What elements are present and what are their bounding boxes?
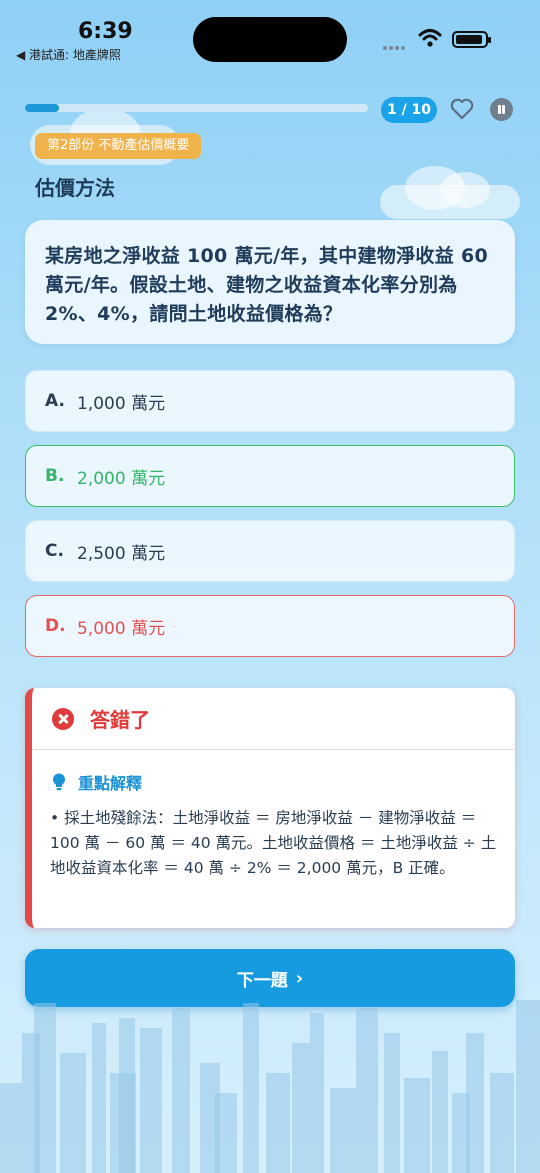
question-text: 某房地之淨收益 100 萬元/年，其中建物淨收益 60 萬元/年。假設土地、建物… [45,245,488,325]
answer-option-a[interactable]: A. 1,000 萬元 [25,370,515,432]
feedback-title: 答錯了 [90,708,150,732]
question-counter: 1 / 10 [381,97,437,123]
answer-option-b[interactable]: B. 2,000 萬元 [25,445,515,507]
clock: 6:39 [78,19,133,44]
favorite-heart-icon[interactable] [449,96,475,122]
option-text: 2,000 萬元 [77,468,166,489]
option-letter: A. [45,391,65,411]
next-question-button[interactable]: 下一題 › [25,949,515,1007]
answer-feedback-panel: 答錯了 重點解釋 • 採土地殘餘法：土地淨收益 ＝ 房地淨收益 － 建物淨收益 … [25,688,515,928]
wifi-icon [418,29,442,47]
quiz-progress-bar [25,104,368,112]
pause-button[interactable] [490,98,513,121]
option-text: 2,500 萬元 [77,543,166,564]
next-button-label: 下一題 [236,970,288,991]
chevron-right-icon: › [295,967,304,989]
explanation-header: 重點解釋 [32,750,515,794]
option-letter: C. [45,541,64,561]
option-letter: D. [45,616,66,636]
question-card: 某房地之淨收益 100 萬元/年，其中建物淨收益 60 萬元/年。假設土地、建物… [25,220,515,344]
option-letter: B. [45,466,65,486]
city-skyline-decoration [0,1000,540,1173]
option-text: 5,000 萬元 [77,618,166,639]
topic-title: 估價方法 [35,176,115,200]
section-badge: 第2部份 不動產估價概要 [35,133,202,159]
battery-icon [452,31,491,48]
feedback-header: 答錯了 [32,688,515,750]
status-bar: 6:39 ◀ 港試通: 地產牌照 [0,0,540,70]
quiz-progress-fill [25,104,60,112]
explanation-title: 重點解釋 [78,774,143,793]
back-to-app-link[interactable]: ◀ 港試通: 地產牌照 [16,46,121,63]
dynamic-island [193,17,347,62]
cloud-decoration [440,172,490,208]
lightbulb-icon [53,773,65,791]
wrong-x-icon [52,707,74,730]
answer-option-d[interactable]: D. 5,000 萬元 [25,595,515,657]
cellular-signal-icon [383,35,407,54]
explanation-text: • 採土地殘餘法：土地淨收益 ＝ 房地淨收益 － 建物淨收益 ＝ 100 萬 －… [50,809,497,877]
option-text: 1,000 萬元 [77,393,166,414]
answer-option-c[interactable]: C. 2,500 萬元 [25,520,515,582]
